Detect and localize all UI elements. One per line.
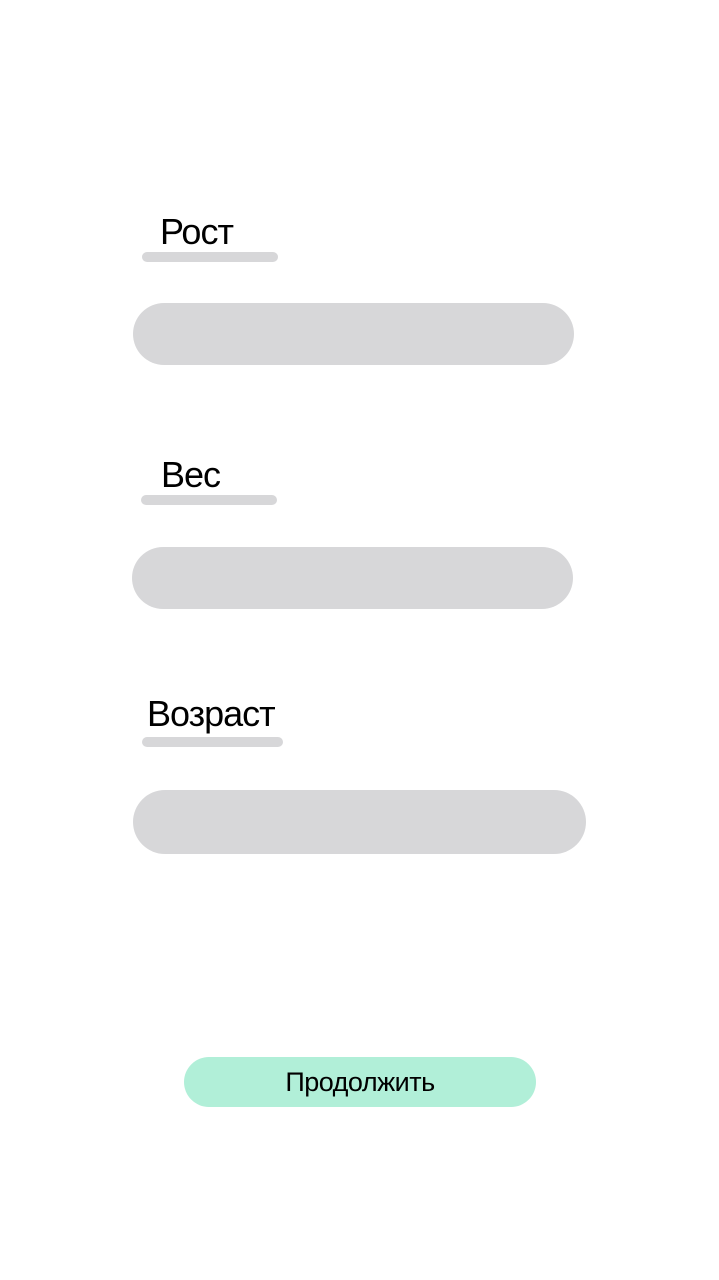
weight-input[interactable]	[132, 547, 573, 609]
continue-button[interactable]: Продолжить	[184, 1057, 536, 1107]
age-input[interactable]	[133, 790, 586, 854]
height-input[interactable]	[133, 303, 574, 365]
height-label-underline	[142, 252, 278, 262]
height-label: Рост	[160, 211, 234, 252]
weight-label-underline	[141, 495, 277, 505]
weight-label: Вес	[161, 454, 221, 495]
age-label: Возраст	[147, 693, 276, 734]
age-label-underline	[142, 737, 283, 747]
